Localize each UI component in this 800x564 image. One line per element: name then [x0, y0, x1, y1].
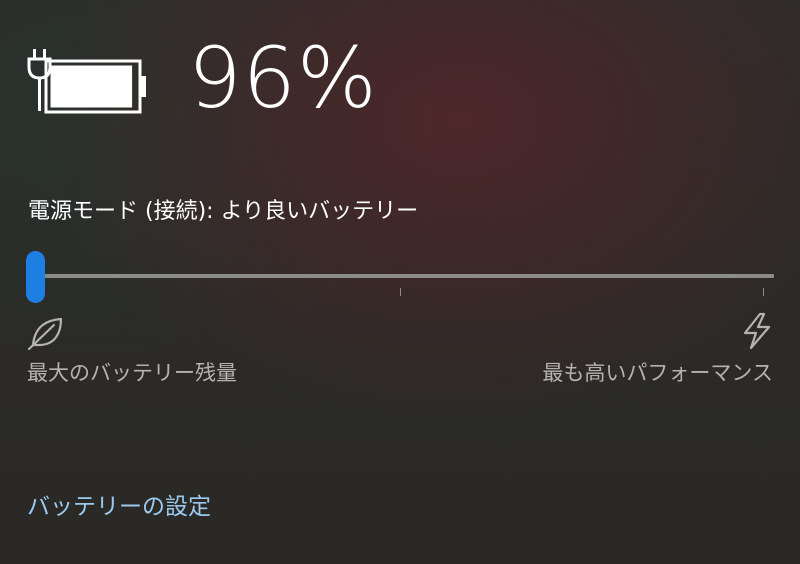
max-power-label: 最も高いパフォーマンス [542, 361, 773, 385]
battery-percent: 96% [188, 29, 378, 127]
lightning-icon [743, 312, 771, 350]
power-mode-label: 電源モード (接続): より良いバッテリー [28, 199, 419, 224]
power-mode-slider[interactable] [26, 250, 776, 306]
battery-charging-icon [27, 49, 146, 114]
battery-status [26, 38, 148, 122]
leaf-icon [27, 317, 63, 351]
slider-tick-middle [400, 288, 401, 296]
min-power-label: 最大のバッテリー残量 [27, 361, 237, 385]
slider-thumb[interactable] [26, 251, 45, 303]
slider-track[interactable] [36, 274, 774, 278]
slider-tick-end [763, 288, 764, 296]
battery-settings-link[interactable]: バッテリーの設定 [27, 490, 211, 524]
